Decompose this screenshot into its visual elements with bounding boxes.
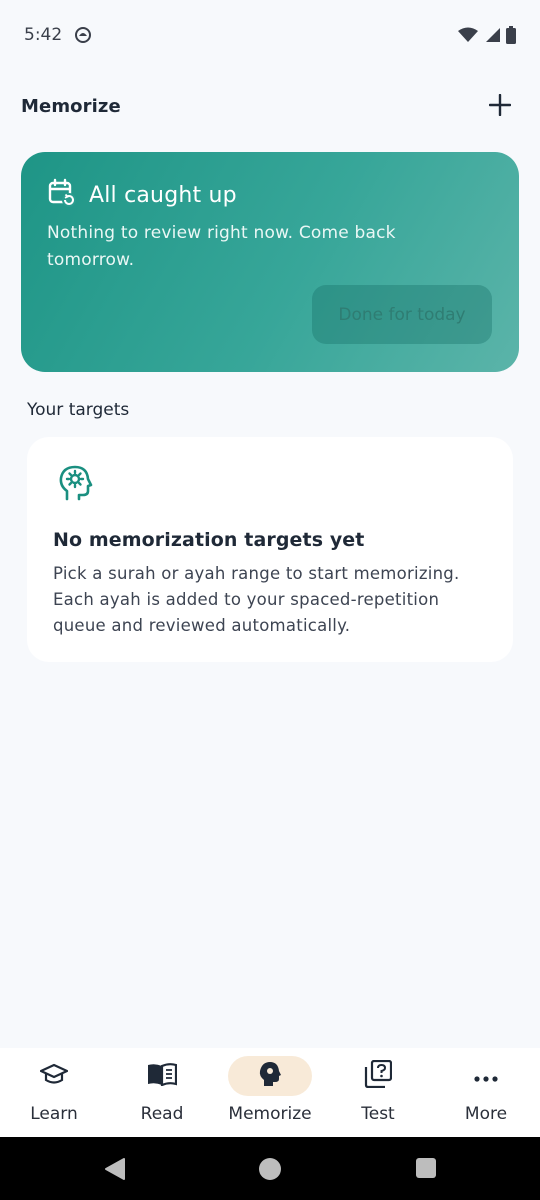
head-gear-icon xyxy=(55,463,487,507)
nav-item-memorize[interactable]: Memorize xyxy=(216,1056,324,1124)
add-target-button[interactable] xyxy=(480,86,520,126)
card-description: Nothing to review right now. Come back t… xyxy=(47,223,396,270)
review-status-card: All caught up Nothing to review right no… xyxy=(21,152,519,372)
nav-label-test: Test xyxy=(361,1104,395,1124)
done-for-today-button[interactable]: Done for today xyxy=(312,285,492,344)
nav-label-memorize: Memorize xyxy=(228,1104,312,1124)
open-book-icon xyxy=(147,1062,178,1090)
quiz-cards-icon xyxy=(364,1059,393,1092)
targets-section-title: Your targets xyxy=(27,400,130,420)
status-time: 5:42 xyxy=(24,25,63,45)
nav-item-read[interactable]: Read xyxy=(108,1056,216,1124)
nav-item-test[interactable]: Test xyxy=(324,1056,432,1124)
wifi-icon xyxy=(458,27,478,43)
nav-label-learn: Learn xyxy=(30,1104,78,1124)
head-gear-icon xyxy=(258,1061,282,1091)
nav-item-learn[interactable]: Learn xyxy=(0,1056,108,1124)
back-icon[interactable] xyxy=(103,1157,125,1185)
system-navigation-bar xyxy=(0,1137,540,1200)
empty-state-title: No memorization targets yet xyxy=(53,529,365,551)
page-title: Memorize xyxy=(21,95,121,117)
empty-targets-card: No memorization targets yet Pick a surah… xyxy=(27,437,513,662)
calendar-refresh-icon xyxy=(47,178,77,212)
empty-state-description: Pick a surah or ayah range to start memo… xyxy=(53,564,460,635)
recents-icon[interactable] xyxy=(415,1157,437,1183)
nav-item-more[interactable]: More xyxy=(432,1056,540,1124)
nav-label-read: Read xyxy=(140,1104,184,1124)
status-bar: 5:42 xyxy=(0,0,540,70)
bottom-navigation: Learn Read Memorize Test More xyxy=(0,1048,540,1137)
card-title: All caught up xyxy=(89,182,237,208)
app-header: Memorize xyxy=(0,78,540,134)
app-notification-icon xyxy=(74,26,92,44)
nav-label-more: More xyxy=(464,1104,508,1124)
more-dots-icon xyxy=(474,1067,498,1086)
home-icon[interactable] xyxy=(258,1157,282,1185)
graduation-cap-icon xyxy=(39,1062,69,1090)
battery-icon xyxy=(506,26,516,44)
plus-icon xyxy=(488,93,512,119)
signal-icon xyxy=(484,27,500,43)
